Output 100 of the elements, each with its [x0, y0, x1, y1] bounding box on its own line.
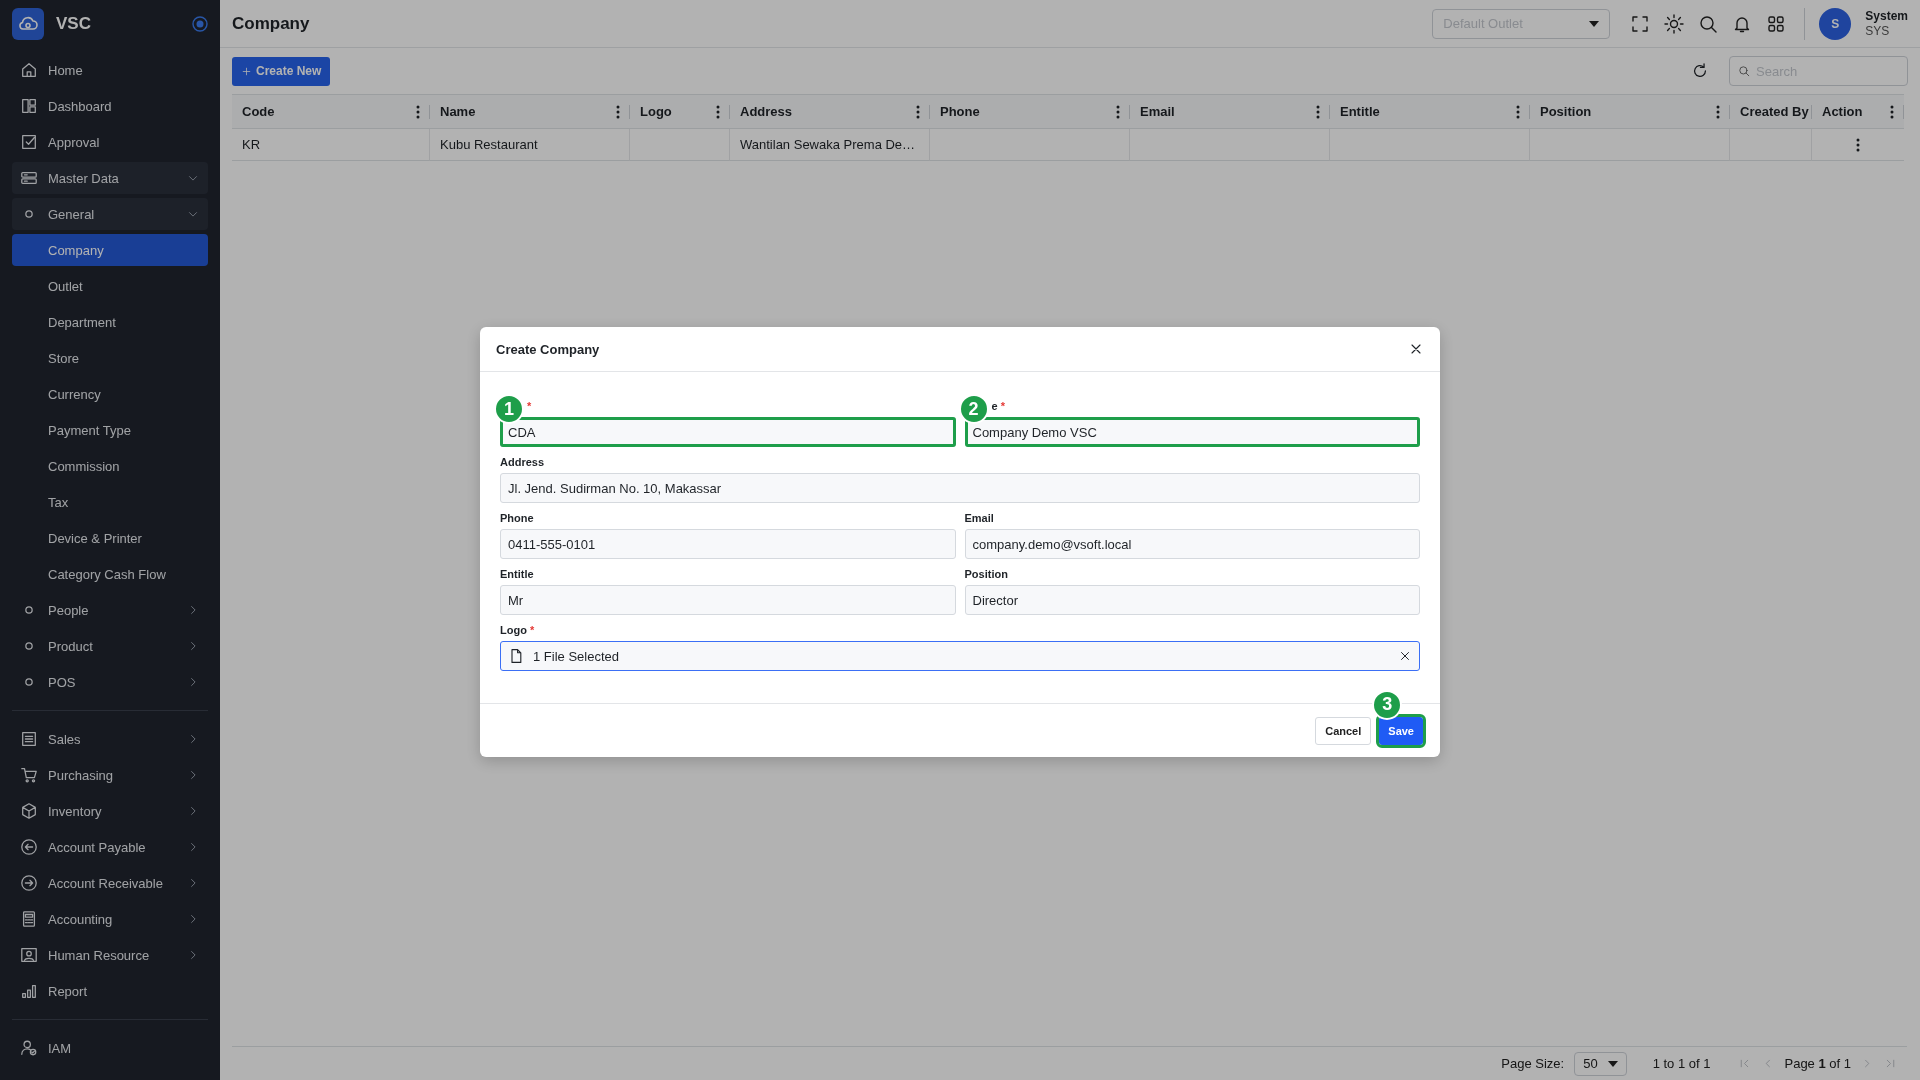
kebab-menu-icon[interactable]: [716, 104, 720, 119]
create-new-button[interactable]: Create New: [232, 56, 331, 86]
sidebar-item[interactable]: Account Payable: [12, 831, 208, 863]
sidebar-item[interactable]: Sales: [12, 723, 208, 755]
caret-down-icon: [1589, 20, 1600, 27]
search-icon[interactable]: [1698, 13, 1719, 34]
sidebar-item[interactable]: Home: [12, 54, 208, 86]
column-header[interactable]: Action: [1812, 94, 1904, 129]
sidebar-item[interactable]: Commission: [12, 450, 208, 482]
sidebar-item[interactable]: Master Data: [12, 162, 208, 194]
sidebar-item[interactable]: Tax: [12, 486, 208, 518]
search-icon: [1738, 65, 1750, 77]
table-cell: Wantilan Sewaka Prema De…: [730, 129, 930, 161]
calculator-icon: [20, 910, 38, 928]
checkbox-icon: [20, 133, 38, 151]
input-field[interactable]: Company Demo VSC: [964, 417, 1420, 447]
page-size-label: Page Size:: [1501, 1056, 1565, 1071]
sidebar-item[interactable]: Product: [12, 630, 208, 662]
field-label: Address: [500, 456, 545, 470]
clear-icon[interactable]: [1398, 649, 1412, 663]
input-field[interactable]: Jl. Jend. Sudirman No. 10, Makassar: [500, 473, 1420, 503]
dialog-title: Create Company: [496, 341, 600, 357]
refresh-icon[interactable]: [1691, 62, 1709, 80]
sidebar-item[interactable]: Department: [12, 306, 208, 338]
column-header[interactable]: Address: [730, 94, 930, 129]
column-header[interactable]: Name: [430, 94, 630, 129]
page-size-select[interactable]: 50: [1574, 1051, 1627, 1076]
save-button[interactable]: Save: [1379, 716, 1423, 745]
last-page-icon: [1884, 1057, 1897, 1070]
sidebar-item[interactable]: IAM: [12, 1032, 208, 1064]
kebab-menu-icon[interactable]: [1116, 104, 1120, 119]
sidebar-item[interactable]: Device & Printer: [12, 522, 208, 554]
table-cell: KR: [232, 129, 430, 161]
cancel-button[interactable]: Cancel: [1315, 716, 1372, 745]
sidebar-item[interactable]: Dashboard: [12, 90, 208, 122]
sidebar-item[interactable]: Purchasing: [12, 759, 208, 791]
sidebar-item[interactable]: Inventory: [12, 795, 208, 827]
document-icon: [20, 730, 38, 748]
server-icon: [20, 169, 38, 187]
kebab-menu-icon[interactable]: [616, 104, 620, 119]
kebab-menu-icon[interactable]: [1890, 104, 1894, 119]
field-label: Email: [964, 512, 994, 526]
apps-grid-icon[interactable]: [1766, 13, 1787, 34]
sidebar-item[interactable]: Approval: [12, 126, 208, 158]
column-header[interactable]: Email: [1130, 94, 1330, 129]
required-mark: *: [527, 400, 532, 414]
column-header[interactable]: Phone: [930, 94, 1130, 129]
user-role: SYS: [1865, 23, 1891, 39]
brand-name: VSC: [56, 14, 92, 34]
page-indicator: Page 1 of 1: [1784, 1056, 1851, 1071]
user-name: System: [1865, 8, 1908, 24]
sidebar-item[interactable]: Outlet: [12, 270, 208, 302]
required-mark: *: [529, 624, 535, 638]
field-label: Phone: [500, 512, 534, 526]
kebab-menu-icon[interactable]: [1316, 104, 1320, 119]
sidebar-item[interactable]: Category Cash Flow: [12, 558, 208, 590]
field-label: Entitle: [500, 568, 534, 582]
sidebar-item[interactable]: Human Resource: [12, 939, 208, 971]
row-range: 1 to 1 of 1: [1652, 1056, 1711, 1071]
file-field[interactable]: 1 File Selected: [500, 641, 1420, 671]
radio-icon[interactable]: [192, 16, 208, 32]
fullscreen-icon[interactable]: [1630, 13, 1651, 34]
sidebar-item[interactable]: Accounting: [12, 903, 208, 935]
sun-icon[interactable]: [1664, 13, 1685, 34]
step-marker: 3: [1372, 689, 1403, 720]
input-field[interactable]: Director: [964, 585, 1420, 615]
file-icon: [508, 648, 524, 664]
field-label: Logo: [500, 624, 527, 638]
sidebar-item[interactable]: Company: [12, 234, 208, 266]
step-marker: 1: [494, 394, 524, 424]
input-field[interactable]: 0411-555-0101: [500, 529, 956, 559]
sidebar-item[interactable]: Currency: [12, 378, 208, 410]
logo-icon: [12, 8, 44, 40]
field-label: e: [991, 400, 998, 414]
cart-icon: [20, 766, 38, 784]
sidebar-item[interactable]: POS: [12, 666, 208, 698]
user-settings-icon: [20, 1039, 38, 1057]
sidebar-item[interactable]: Report: [12, 975, 208, 1007]
kebab-menu-icon[interactable]: [916, 104, 920, 119]
kebab-menu-icon[interactable]: [1516, 104, 1520, 119]
column-header[interactable]: Entitle: [1330, 94, 1530, 129]
sidebar-item[interactable]: General: [12, 198, 208, 230]
column-header[interactable]: Created By: [1730, 94, 1812, 129]
kebab-menu-icon[interactable]: [1856, 137, 1860, 152]
input-field[interactable]: Mr: [500, 585, 956, 615]
input-field[interactable]: company.demo@vsoft.local: [964, 529, 1420, 559]
input-field[interactable]: CDA: [500, 417, 956, 447]
column-header[interactable]: Position: [1530, 94, 1730, 129]
id-card-icon: [20, 946, 38, 964]
column-header[interactable]: Code: [232, 94, 430, 129]
kebab-menu-icon[interactable]: [1716, 104, 1720, 119]
column-header[interactable]: Logo: [630, 94, 730, 129]
sidebar-item[interactable]: People: [12, 594, 208, 626]
page-title: Company: [232, 13, 311, 34]
required-mark: *: [1000, 400, 1005, 414]
user-avatar[interactable]: S: [1819, 7, 1852, 40]
kebab-menu-icon[interactable]: [416, 104, 420, 119]
sidebar-item[interactable]: Store: [12, 342, 208, 374]
sidebar-item[interactable]: Account Receivable: [12, 867, 208, 899]
sidebar-item[interactable]: Payment Type: [12, 414, 208, 446]
